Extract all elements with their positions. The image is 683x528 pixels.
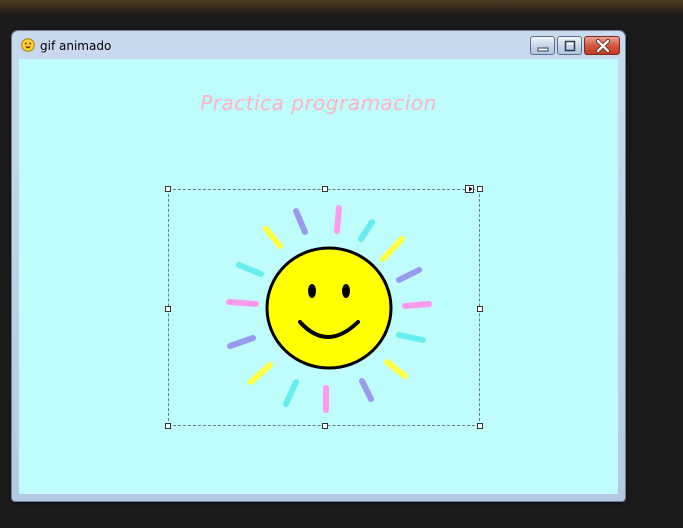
sun-ray bbox=[236, 262, 264, 277]
sun-face bbox=[265, 246, 393, 370]
sun-smiley-image bbox=[226, 205, 432, 413]
resize-handle-s[interactable] bbox=[322, 423, 328, 429]
sun-ray bbox=[248, 362, 273, 385]
resize-handle-sw[interactable] bbox=[165, 423, 171, 429]
sun-ray bbox=[334, 205, 342, 234]
form-heading-label: Practica programacion bbox=[200, 91, 437, 115]
app-window: gif animado Practica programacion bbox=[12, 31, 625, 501]
resize-handle-se[interactable] bbox=[477, 423, 483, 429]
sun-ray bbox=[380, 236, 405, 262]
sun-ray bbox=[396, 267, 422, 283]
maximize-icon bbox=[564, 40, 576, 52]
sun-ray bbox=[283, 379, 299, 407]
resize-handle-nw[interactable] bbox=[165, 186, 171, 192]
close-icon bbox=[596, 39, 610, 53]
minimize-icon bbox=[537, 47, 549, 52]
smart-tag-button[interactable] bbox=[465, 185, 474, 193]
sun-ray bbox=[263, 226, 283, 249]
sun-ray bbox=[402, 301, 432, 309]
title-bar[interactable]: gif animado bbox=[12, 31, 625, 59]
form-client-area: Practica programacion bbox=[19, 59, 618, 494]
resize-handle-ne[interactable] bbox=[477, 186, 483, 192]
sun-ray bbox=[384, 359, 408, 379]
sun-ray bbox=[226, 299, 259, 307]
play-arrow-icon bbox=[469, 186, 473, 192]
sun-ray bbox=[293, 208, 308, 235]
smiley-app-icon bbox=[21, 38, 35, 52]
resize-handle-w[interactable] bbox=[165, 306, 171, 312]
picture-box[interactable] bbox=[165, 185, 483, 429]
sun-ray bbox=[358, 219, 375, 242]
sun-right-eye bbox=[342, 284, 350, 298]
sun-ray bbox=[227, 335, 256, 349]
close-button[interactable] bbox=[584, 36, 620, 55]
resize-handle-e[interactable] bbox=[477, 306, 483, 312]
background-top-strip bbox=[0, 0, 683, 16]
sun-ray bbox=[396, 332, 426, 343]
minimize-button[interactable] bbox=[530, 36, 555, 55]
maximize-button[interactable] bbox=[557, 36, 582, 55]
sun-ray bbox=[359, 378, 374, 402]
window-title: gif animado bbox=[40, 39, 112, 53]
resize-handle-n[interactable] bbox=[322, 186, 328, 192]
sun-left-eye bbox=[308, 284, 316, 298]
